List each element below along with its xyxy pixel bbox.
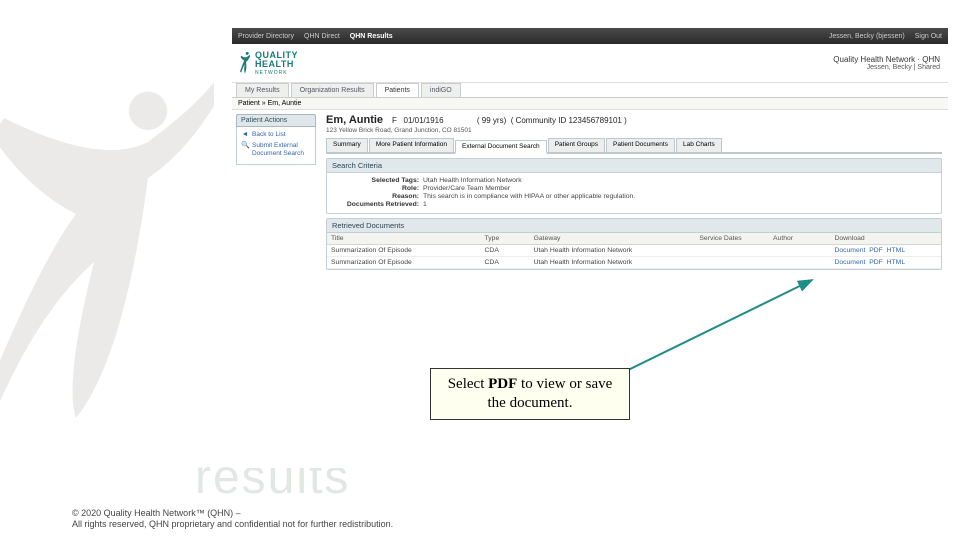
breadcrumb: Patient » Em, Auntie <box>232 98 948 110</box>
callout-text-before: Select <box>448 376 488 392</box>
doc-download: Document PDF HTML <box>830 245 941 257</box>
search-criteria-title: Search Criteria <box>327 159 941 173</box>
criteria-value: Provider/Care Team Member <box>423 185 510 192</box>
col-service-dates: Service Dates <box>695 233 769 245</box>
doc-download: Document PDF HTML <box>830 257 941 269</box>
tab-patient-groups[interactable]: Patient Groups <box>548 138 605 152</box>
main-area: Patient Actions ◄ Back to List 🔍 Submit … <box>232 110 948 274</box>
patient-address: 123 Yellow Brick Road, Grand Junction, C… <box>326 127 942 134</box>
doc-service-dates <box>695 245 769 257</box>
retrieved-documents-section: Retrieved Documents Title Type Gateway S… <box>326 218 942 270</box>
criteria-label: Documents Retrieved: <box>333 201 423 208</box>
secondary-tabs: Summary More Patient Information Externa… <box>326 138 942 154</box>
table-row: Summarization Of Episode CDA Utah Health… <box>327 245 941 257</box>
sidebar-body: ◄ Back to List 🔍 Submit External Documen… <box>236 127 316 165</box>
tab-more-info[interactable]: More Patient Information <box>369 138 454 152</box>
search-criteria-body: Selected Tags: Utah Health Information N… <box>327 173 941 213</box>
topnav-qhn-direct[interactable]: QHN Direct <box>304 33 340 40</box>
doc-gateway: Utah Health Information Network <box>530 245 696 257</box>
patient-sex: F <box>392 116 397 125</box>
topnav-provider-directory[interactable]: Provider Directory <box>238 33 294 40</box>
user-label[interactable]: Jessen, Becky (bjessen) <box>829 33 905 40</box>
tab-lab-charts[interactable]: Lab Charts <box>676 138 722 152</box>
callout-text-bold: PDF <box>488 376 517 392</box>
col-author: Author <box>769 233 830 245</box>
annotation-arrow <box>612 272 822 382</box>
download-html-link[interactable]: HTML <box>887 247 906 254</box>
topbar-right: Jessen, Becky (bjessen) Sign Out <box>829 33 942 40</box>
patient-header: Em, Auntie F 01/01/1916 ( 99 yrs) ( Comm… <box>326 114 942 126</box>
criteria-value: 1 <box>423 201 427 208</box>
criteria-label: Selected Tags: <box>333 177 423 184</box>
footer-line1: © 2020 Quality Health Network™ (QHN) – <box>72 508 393 519</box>
logo-text: QUALITY HEALTH NETWORK <box>255 51 298 76</box>
header-right: Quality Health Network · QHN Jessen, Bec… <box>833 55 940 71</box>
copyright-footer: © 2020 Quality Health Network™ (QHN) – A… <box>72 508 393 530</box>
download-pdf-link[interactable]: PDF <box>869 247 883 254</box>
topbar-left: Provider Directory QHN Direct QHN Result… <box>238 33 393 40</box>
search-criteria-section: Search Criteria Selected Tags: Utah Heal… <box>326 158 942 214</box>
topnav-qhn-results[interactable]: QHN Results <box>350 33 393 40</box>
doc-type: CDA <box>481 257 530 269</box>
criteria-row: Documents Retrieved: 1 <box>333 201 935 208</box>
tab-patients[interactable]: Patients <box>376 83 419 97</box>
criteria-row: Selected Tags: Utah Health Information N… <box>333 177 935 184</box>
download-document-link[interactable]: Document <box>834 247 865 254</box>
doc-service-dates <box>695 257 769 269</box>
patient-dob: 01/01/1916 <box>404 116 444 125</box>
content: Em, Auntie F 01/01/1916 ( 99 yrs) ( Comm… <box>320 110 948 274</box>
sidebar-title: Patient Actions <box>236 114 316 127</box>
doc-author <box>769 245 830 257</box>
table-row: Summarization Of Episode CDA Utah Health… <box>327 257 941 269</box>
sidebar: Patient Actions ◄ Back to List 🔍 Submit … <box>232 110 320 274</box>
patient-community-id: ( Community ID 123456789101 ) <box>511 116 627 125</box>
download-pdf-link[interactable]: PDF <box>869 259 883 266</box>
criteria-row: Reason: This search is in compliance wit… <box>333 193 935 200</box>
tab-my-results[interactable]: My Results <box>236 83 289 97</box>
criteria-row: Role: Provider/Care Team Member <box>333 185 935 192</box>
tab-org-results[interactable]: Organization Results <box>291 83 374 97</box>
sidebar-item-submit-search[interactable]: 🔍 Submit External Document Search <box>241 142 311 157</box>
col-title: Title <box>327 233 481 245</box>
sidebar-item-label: Back to List <box>252 131 286 138</box>
user-context: Jessen, Becky | Shared <box>833 64 940 71</box>
tab-patient-documents[interactable]: Patient Documents <box>606 138 675 152</box>
patient-name: Em, Auntie <box>326 114 383 126</box>
criteria-value: This search is in compliance with HIPAA … <box>423 193 635 200</box>
doc-gateway: Utah Health Information Network <box>530 257 696 269</box>
instruction-callout: Select PDF to view or save the document. <box>430 368 630 420</box>
tab-summary[interactable]: Summary <box>326 138 368 152</box>
col-download: Download <box>830 233 941 245</box>
download-html-link[interactable]: HTML <box>887 259 906 266</box>
col-type: Type <box>481 233 530 245</box>
sign-out-link[interactable]: Sign Out <box>915 33 942 40</box>
criteria-value: Utah Health Information Network <box>423 177 522 184</box>
logo: QUALITY HEALTH NETWORK <box>240 48 320 78</box>
table-header-row: Title Type Gateway Service Dates Author … <box>327 233 941 245</box>
sidebar-item-back[interactable]: ◄ Back to List <box>241 131 311 139</box>
doc-author <box>769 257 830 269</box>
topbar: Provider Directory QHN Direct QHN Result… <box>232 28 948 44</box>
documents-table: Title Type Gateway Service Dates Author … <box>327 233 941 269</box>
back-arrow-icon: ◄ <box>241 131 249 139</box>
watermark-figure <box>0 70 240 430</box>
search-icon: 🔍 <box>241 142 249 150</box>
tab-indigo[interactable]: indiGO <box>421 83 461 97</box>
patient-age: ( 99 yrs) <box>477 116 506 125</box>
criteria-label: Reason: <box>333 193 423 200</box>
brand-title: Quality Health Network · QHN <box>833 55 940 64</box>
footer-line2: All rights reserved, QHN proprietary and… <box>72 519 393 530</box>
retrieved-documents-title: Retrieved Documents <box>327 219 941 233</box>
header-row: QUALITY HEALTH NETWORK Quality Health Ne… <box>232 44 948 83</box>
col-gateway: Gateway <box>530 233 696 245</box>
doc-title: Summarization Of Episode <box>327 245 481 257</box>
doc-type: CDA <box>481 245 530 257</box>
primary-tabs: My Results Organization Results Patients… <box>232 83 948 98</box>
sidebar-item-label: Submit External Document Search <box>252 142 311 157</box>
criteria-label: Role: <box>333 185 423 192</box>
logo-icon <box>240 51 252 75</box>
doc-title: Summarization Of Episode <box>327 257 481 269</box>
download-document-link[interactable]: Document <box>834 259 865 266</box>
tab-external-doc-search[interactable]: External Document Search <box>455 140 547 154</box>
